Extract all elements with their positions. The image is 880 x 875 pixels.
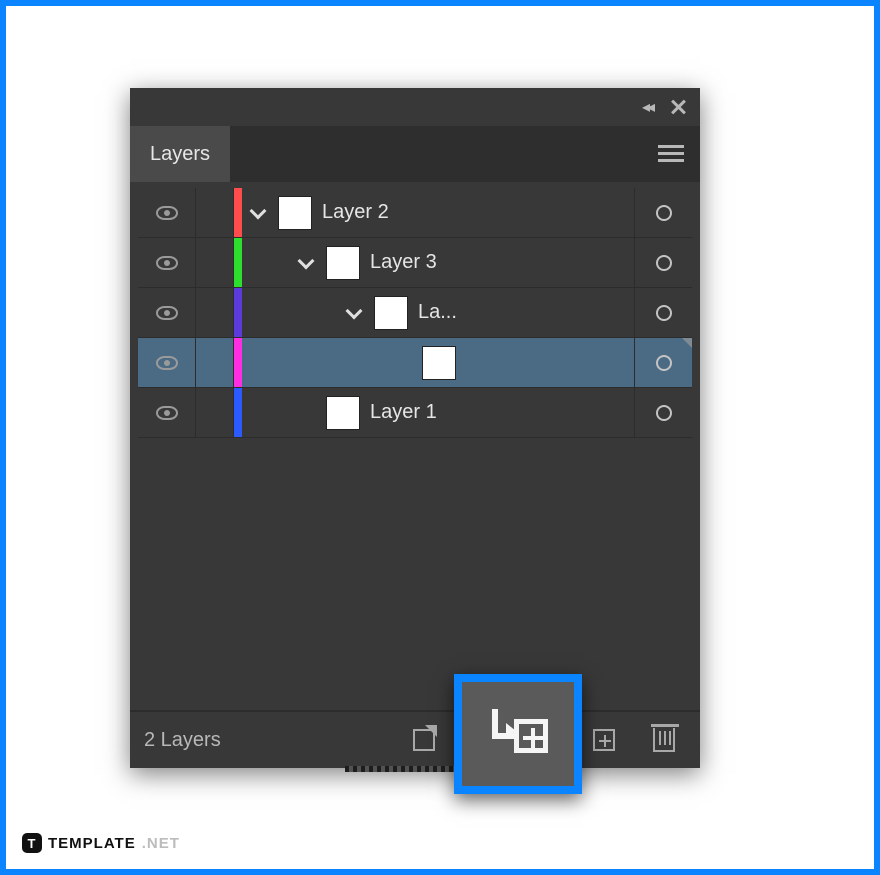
disclosure-toggle[interactable] bbox=[338, 309, 370, 317]
disclosure-toggle[interactable] bbox=[290, 259, 322, 267]
layer-name-label[interactable]: La... bbox=[418, 301, 634, 324]
visibility-toggle[interactable] bbox=[138, 288, 196, 337]
eye-icon bbox=[156, 206, 178, 220]
target-indicator[interactable] bbox=[634, 288, 692, 337]
layer-name-label[interactable]: Layer 1 bbox=[370, 401, 634, 424]
lock-column[interactable] bbox=[196, 188, 234, 237]
visibility-toggle[interactable] bbox=[138, 388, 196, 437]
eye-icon bbox=[156, 406, 178, 420]
layer-thumbnail bbox=[374, 296, 408, 330]
layer-name-label[interactable]: Layer 2 bbox=[322, 201, 634, 224]
chevron-down-icon bbox=[346, 302, 363, 319]
lock-column[interactable] bbox=[196, 388, 234, 437]
layers-panel: ◂◂ Layers Layer 2 Layer 3 La... Layer 1 2 L… bbox=[130, 88, 700, 768]
delete-layer-button[interactable] bbox=[642, 718, 686, 762]
layer-thumbnail bbox=[278, 196, 312, 230]
target-indicator[interactable] bbox=[634, 238, 692, 287]
panel-controls-row: ◂◂ bbox=[130, 88, 700, 126]
layer-color-strip bbox=[234, 188, 242, 237]
new-layer-button[interactable] bbox=[582, 718, 626, 762]
layer-row[interactable]: Layer 2 bbox=[138, 188, 692, 238]
layer-thumbnail bbox=[422, 346, 456, 380]
visibility-toggle[interactable] bbox=[138, 238, 196, 287]
panel-tab-bar: Layers bbox=[130, 126, 700, 182]
target-ring-icon bbox=[656, 305, 672, 321]
branding-footer: T TEMPLATE .NET bbox=[22, 833, 180, 853]
callout-new-sublayer[interactable] bbox=[454, 674, 582, 794]
layer-color-strip bbox=[234, 288, 242, 337]
popout-button[interactable] bbox=[402, 718, 446, 762]
collapse-panel-icon[interactable]: ◂◂ bbox=[642, 97, 652, 117]
layer-color-strip bbox=[234, 238, 242, 287]
tab-layers-label: Layers bbox=[150, 143, 210, 166]
close-panel-icon[interactable] bbox=[670, 99, 686, 115]
indent-spacer bbox=[242, 338, 386, 387]
layer-name-label[interactable]: Layer 3 bbox=[370, 251, 634, 274]
eye-icon bbox=[156, 256, 178, 270]
trash-icon bbox=[653, 728, 675, 752]
target-ring-icon bbox=[656, 205, 672, 221]
layer-thumbnail bbox=[326, 246, 360, 280]
layer-color-strip bbox=[234, 388, 242, 437]
eye-icon bbox=[156, 356, 178, 370]
target-ring-icon bbox=[656, 405, 672, 421]
target-ring-icon bbox=[656, 255, 672, 271]
layer-row[interactable]: Layer 1 bbox=[138, 388, 692, 438]
indent-spacer bbox=[242, 238, 290, 287]
indent-spacer bbox=[242, 388, 290, 437]
branding-logo-letter: T bbox=[28, 836, 37, 851]
visibility-toggle[interactable] bbox=[138, 188, 196, 237]
panel-bottom-bar: 2 Layers bbox=[130, 710, 700, 768]
new-layer-icon bbox=[593, 729, 615, 751]
layer-thumbnail bbox=[326, 396, 360, 430]
disclosure-toggle[interactable] bbox=[242, 209, 274, 217]
chevron-down-icon bbox=[298, 252, 315, 269]
target-ring-icon bbox=[656, 355, 672, 371]
indent-spacer bbox=[242, 288, 338, 337]
popout-icon bbox=[413, 729, 435, 751]
chevron-down-icon bbox=[250, 202, 267, 219]
branding-logo: T bbox=[22, 833, 42, 853]
layer-row[interactable] bbox=[138, 338, 692, 388]
lock-column[interactable] bbox=[196, 238, 234, 287]
lock-column[interactable] bbox=[196, 288, 234, 337]
new-sublayer-icon bbox=[488, 709, 548, 759]
layer-row[interactable]: La... bbox=[138, 288, 692, 338]
tab-bar-remainder bbox=[230, 126, 700, 182]
layer-row[interactable]: Layer 3 bbox=[138, 238, 692, 288]
eye-icon bbox=[156, 306, 178, 320]
layers-list: Layer 2 Layer 3 La... Layer 1 bbox=[130, 182, 700, 438]
branding-name-bold: TEMPLATE bbox=[48, 835, 136, 852]
panel-flyout-menu-icon[interactable] bbox=[658, 145, 684, 163]
target-indicator[interactable] bbox=[634, 338, 692, 387]
branding-name-dim: .NET bbox=[142, 835, 180, 852]
target-indicator[interactable] bbox=[634, 188, 692, 237]
lock-column[interactable] bbox=[196, 338, 234, 387]
target-indicator[interactable] bbox=[634, 388, 692, 437]
visibility-toggle[interactable] bbox=[138, 338, 196, 387]
layer-count-status: 2 Layers bbox=[144, 729, 221, 752]
layer-color-strip bbox=[234, 338, 242, 387]
tab-layers[interactable]: Layers bbox=[130, 126, 230, 182]
